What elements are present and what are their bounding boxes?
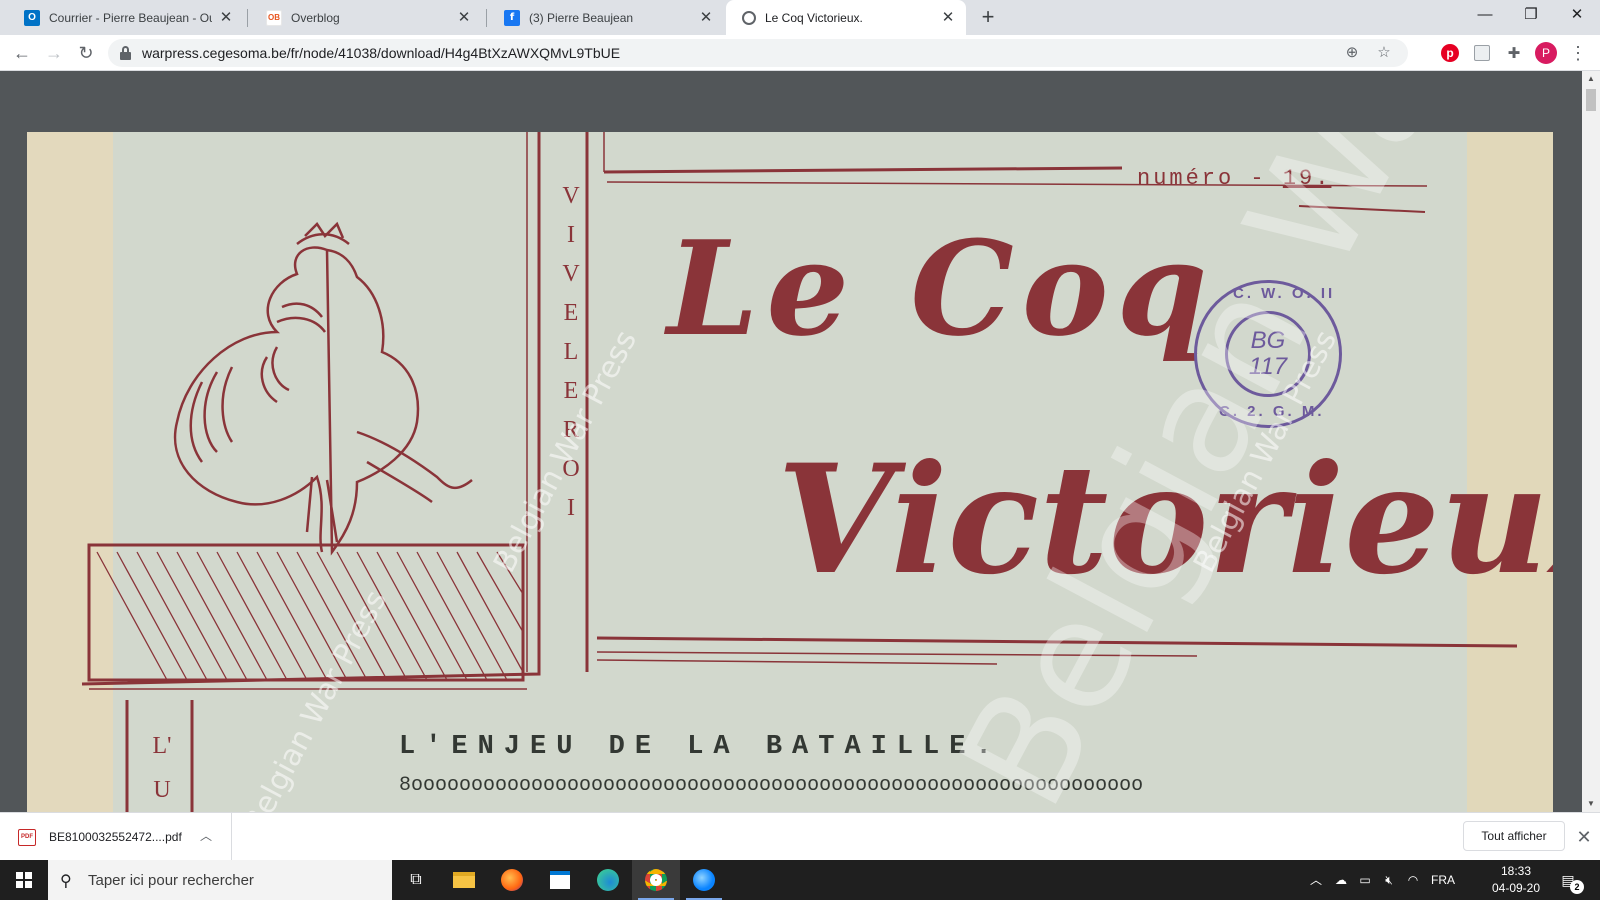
scroll-down-icon[interactable]: ▼: [1582, 796, 1600, 812]
article-headline: L'ENJEU DE LA BATAILLE.: [399, 732, 1002, 762]
margin-letters: L' U: [152, 733, 172, 803]
pdf-page: V I V E L E R O I Le Coq Victorieux. num…: [27, 132, 1553, 812]
volume-muted-icon[interactable]: 🔇︎: [1378, 860, 1400, 900]
pdf-viewer[interactable]: V I V E L E R O I Le Coq Victorieux. num…: [0, 71, 1582, 812]
close-tab-icon[interactable]: ✕: [698, 9, 714, 26]
show-hidden-icons[interactable]: ︿: [1306, 860, 1326, 900]
viewer-scrollbar[interactable]: ▲ ▼: [1582, 71, 1600, 812]
tab-le-coq-victorieux[interactable]: Le Coq Victorieux. ✕: [726, 0, 966, 35]
scroll-up-icon[interactable]: ▲: [1582, 71, 1600, 87]
tab-divider: [486, 9, 487, 27]
globe-icon: [742, 10, 756, 25]
pinterest-icon[interactable]: p: [1436, 39, 1464, 67]
start-button[interactable]: [0, 860, 48, 900]
thunderbird-icon[interactable]: [680, 860, 728, 900]
address-bar[interactable]: warpress.cegesoma.be/fr/node/41038/downl…: [108, 39, 1408, 67]
tab-overblog[interactable]: OB Overblog ✕: [250, 0, 482, 35]
file-explorer-icon[interactable]: [440, 860, 488, 900]
chevron-up-icon[interactable]: ︿: [196, 826, 216, 846]
task-view-icon[interactable]: ⧉: [392, 860, 440, 900]
download-shelf: PDF BE8100032552472....pdf ︿ Tout affich…: [0, 812, 1600, 861]
reload-icon[interactable]: ↻: [72, 39, 100, 67]
overblog-icon: OB: [266, 9, 282, 26]
edge-icon[interactable]: [584, 860, 632, 900]
clock-time: 18:33: [1500, 864, 1532, 878]
tab-divider: [247, 9, 248, 27]
clock[interactable]: 18:33 04-09-20: [1484, 863, 1548, 897]
rooster-base: [87, 543, 525, 682]
tab-title: Overblog: [291, 10, 340, 25]
facebook-icon: f: [504, 9, 520, 26]
close-window-icon[interactable]: ✕: [1554, 0, 1600, 30]
tab-title: Le Coq Victorieux.: [765, 10, 863, 25]
close-shelf-icon[interactable]: ✕: [1572, 825, 1596, 849]
url-text[interactable]: warpress.cegesoma.be/fr/node/41038/downl…: [142, 45, 620, 61]
search-icon: ⚲: [60, 873, 72, 890]
issue-number-label: numéro: [1137, 166, 1235, 191]
download-item[interactable]: PDF BE8100032552472....pdf ︿: [0, 813, 232, 861]
notification-count: 2: [1570, 880, 1584, 894]
bookmark-star-icon[interactable]: ☆: [1372, 41, 1396, 65]
close-tab-icon[interactable]: ✕: [940, 9, 956, 26]
scroll-thumb[interactable]: [1586, 89, 1596, 111]
lock-icon[interactable]: [120, 46, 131, 60]
store-icon[interactable]: [536, 860, 584, 900]
tab-title: (3) Pierre Beaujean: [529, 10, 634, 25]
tab-strip: O Courrier - Pierre Beaujean - Outlo ✕ O…: [0, 0, 1600, 35]
firefox-icon[interactable]: [488, 860, 536, 900]
close-tab-icon[interactable]: ✕: [218, 9, 234, 26]
chrome-icon[interactable]: [632, 860, 680, 900]
back-arrow-icon[interactable]: ←: [8, 39, 36, 67]
browser-toolbar: ← → ↻ warpress.cegesoma.be/fr/node/41038…: [0, 35, 1600, 71]
profile-avatar[interactable]: P: [1532, 39, 1560, 67]
download-file-name[interactable]: BE8100032552472....pdf: [49, 830, 182, 844]
new-tab-button[interactable]: +: [975, 4, 1001, 30]
close-tab-icon[interactable]: ✕: [456, 9, 472, 26]
restore-icon[interactable]: ❐: [1508, 0, 1554, 30]
tab-outlook[interactable]: O Courrier - Pierre Beaujean - Outlo ✕: [8, 0, 244, 35]
search-placeholder[interactable]: Taper ici pour rechercher: [88, 872, 254, 889]
extension-icon[interactable]: [1468, 39, 1496, 67]
language-indicator[interactable]: FRA: [1428, 860, 1458, 900]
wifi-icon[interactable]: ◠: [1402, 860, 1424, 900]
rooster-illustration: [173, 221, 473, 556]
tab-facebook[interactable]: f (3) Pierre Beaujean ✕: [488, 0, 724, 35]
menu-kebab-icon[interactable]: ⋮: [1564, 39, 1592, 67]
minimize-icon[interactable]: —: [1462, 0, 1508, 30]
pdf-file-icon: PDF: [18, 829, 36, 846]
forward-arrow-icon[interactable]: →: [40, 39, 68, 67]
windows-logo-icon: [16, 872, 32, 888]
outlook-icon: O: [24, 9, 40, 26]
onedrive-icon[interactable]: ☁: [1330, 860, 1352, 900]
tab-title: Courrier - Pierre Beaujean - Outlo: [49, 10, 212, 25]
puzzle-icon[interactable]: ✚: [1500, 39, 1528, 67]
battery-icon[interactable]: ▭: [1354, 860, 1376, 900]
newspaper-title-line1: Le Coq: [667, 212, 1216, 365]
zoom-icon[interactable]: ⊕: [1340, 41, 1364, 65]
notification-icon[interactable]: ▤ 2: [1556, 868, 1584, 894]
show-all-button[interactable]: Tout afficher: [1463, 821, 1565, 851]
taskbar-search[interactable]: ⚲ Taper ici pour rechercher: [48, 860, 392, 900]
clock-date: 04-09-20: [1491, 881, 1541, 895]
windows-taskbar: ⚲ Taper ici pour rechercher ⧉ ︿ ☁ ▭ 🔇︎ ◠…: [0, 860, 1600, 900]
